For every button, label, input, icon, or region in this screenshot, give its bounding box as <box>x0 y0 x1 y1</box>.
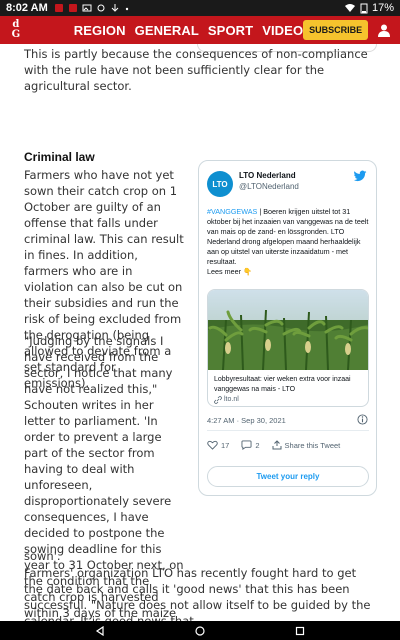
maize-field-image <box>208 290 368 370</box>
info-icon[interactable] <box>357 414 368 425</box>
more-notifications-icon <box>125 7 128 11</box>
clock: 8:02 AM <box>6 2 48 14</box>
link-card-text: Lobbyresultaat: vier weken extra voor in… <box>214 375 364 405</box>
tweet-actions: 17 2 Share this Tweet <box>207 438 369 452</box>
app-notification-icon <box>54 4 63 12</box>
nav-link-general[interactable]: GENERAL <box>135 23 199 38</box>
section-heading: Criminal law <box>24 150 95 164</box>
recents-icon[interactable] <box>295 626 305 636</box>
subscribe-button[interactable]: SUBSCRIBE <box>303 20 369 40</box>
link-card[interactable]: Lobbyresultaat: vier weken extra voor in… <box>207 289 369 407</box>
user-icon[interactable] <box>375 21 393 39</box>
app-notification-icon <box>68 4 77 12</box>
site-logo[interactable]: d G <box>4 18 28 42</box>
tweet-author-handle[interactable]: @LTONederland <box>239 182 299 191</box>
read-more: Lees meer 👇 <box>207 267 252 276</box>
battery-icon <box>360 3 368 13</box>
share-icon <box>272 440 282 450</box>
tweet-your-reply-button[interactable]: Tweet your reply <box>207 466 369 487</box>
link-icon <box>214 396 222 404</box>
download-notification-icon <box>111 4 119 12</box>
tweet-author-name[interactable]: LTO Nederland <box>239 171 296 180</box>
nav-link-video[interactable]: VIDEO <box>262 23 303 38</box>
sync-notification-icon <box>97 4 105 12</box>
photo-notification-icon <box>82 4 92 12</box>
back-icon[interactable] <box>95 625 105 636</box>
tweet-timestamp[interactable]: 4:27 AM · Sep 30, 2021 <box>207 416 286 425</box>
battery-percent: 17% <box>371 2 394 14</box>
hashtag-link[interactable]: #VANGGEWAS <box>207 207 257 216</box>
article-paragraph: Farmers' organization LTO has recently f… <box>24 566 371 628</box>
tweet-text: #VANGGEWAS | Boeren krijgen uitstel tot … <box>207 207 371 277</box>
nav-link-region[interactable]: REGION <box>74 23 126 38</box>
article-paragraph-tail: sown'. <box>24 549 61 563</box>
notification-icons <box>54 3 130 13</box>
reply-count: 2 <box>255 440 260 450</box>
embedded-tweet[interactable]: LTO LTO Nederland @LTONederland #VANGGEW… <box>198 160 377 496</box>
like-button[interactable]: 17 <box>207 440 229 450</box>
link-card-domain: lto.nl <box>214 395 364 405</box>
nav-link-sport[interactable]: SPORT <box>208 23 253 38</box>
wifi-icon <box>344 4 355 12</box>
heart-icon <box>207 440 218 450</box>
nav-links: REGION GENERAL SPORT VIDEO <box>74 23 303 38</box>
avatar[interactable]: LTO <box>207 171 233 197</box>
site-navbar: d G REGION GENERAL SPORT VIDEO SUBSCRIBE <box>0 16 400 44</box>
tweet-header: LTO LTO Nederland @LTONederland <box>207 169 369 199</box>
reply-icon <box>241 440 252 450</box>
twitter-bird-icon[interactable] <box>353 169 367 183</box>
article-paragraph: This is partly because the consequences … <box>24 47 368 93</box>
share-tweet-button[interactable]: Share this Tweet <box>272 440 340 450</box>
divider <box>207 430 369 431</box>
system-icons: 17% <box>344 2 394 14</box>
home-icon[interactable] <box>195 625 205 636</box>
like-count: 17 <box>221 440 230 450</box>
link-card-title: Lobbyresultaat: vier weken extra voor in… <box>214 376 351 393</box>
system-navigation-bar <box>0 621 400 640</box>
status-bar: 8:02 AM 17% <box>0 0 400 16</box>
reply-count-button[interactable]: 2 <box>241 440 260 450</box>
